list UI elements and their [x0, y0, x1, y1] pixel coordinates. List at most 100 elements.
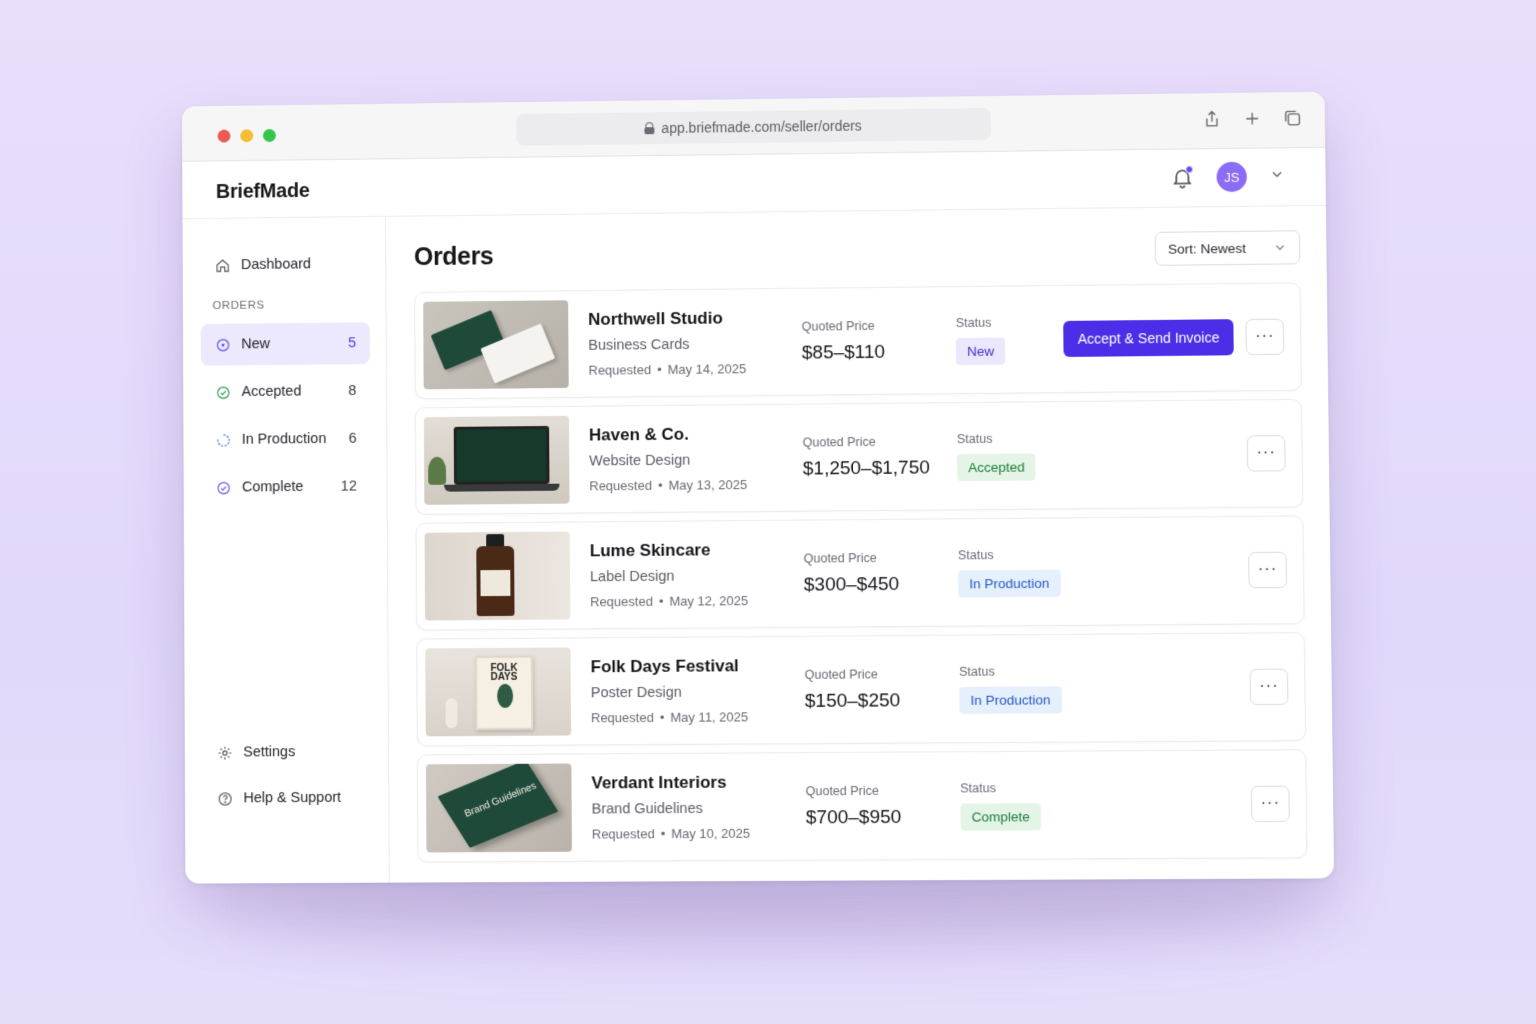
business-cards-thumbnail	[423, 300, 569, 389]
status-badge: In Production	[959, 686, 1061, 714]
sidebar-item-in-production[interactable]: In Production 6	[201, 418, 370, 461]
order-client: Verdant Interiors	[591, 772, 805, 793]
order-price: $300–$450	[804, 573, 959, 596]
sidebar-item-settings[interactable]: Settings	[203, 731, 373, 774]
tabs-overview-icon[interactable]	[1282, 108, 1302, 133]
order-client: Haven & Co.	[589, 424, 803, 446]
progress-circle-icon	[215, 431, 232, 448]
brand-guidelines-thumbnail: Brand Guidelines	[426, 764, 572, 853]
price-label: Quoted Price	[802, 318, 956, 334]
status-badge: New	[956, 337, 1005, 365]
book-text: Brand Guidelines	[462, 781, 539, 820]
order-requested-date: Requested • May 14, 2025	[588, 361, 802, 378]
circle-dot-icon	[215, 336, 232, 353]
sidebar-item-label: Settings	[243, 744, 295, 760]
order-row[interactable]: Lume Skincare Label Design Requested • May…	[416, 515, 1305, 630]
status-badge: Accepted	[957, 453, 1036, 481]
sort-dropdown[interactable]: Sort: Newest	[1155, 230, 1301, 266]
traffic-lights	[218, 129, 276, 143]
share-icon[interactable]	[1202, 109, 1222, 134]
orders-main: Orders Sort: Newest Northwell Studio Bus…	[386, 206, 1334, 883]
sidebar-item-new[interactable]: New 5	[201, 322, 370, 365]
sort-label: Sort: Newest	[1168, 240, 1246, 256]
price-label: Quoted Price	[805, 666, 960, 681]
sidebar: Dashboard ORDERS New 5 Accepted 8 In Pro…	[183, 217, 390, 884]
status-label: Status	[959, 664, 1066, 679]
status-badge: In Production	[958, 569, 1060, 597]
more-options-button[interactable]: ···	[1245, 319, 1284, 356]
maximize-window-button[interactable]	[263, 129, 276, 142]
notifications-button[interactable]	[1170, 165, 1194, 189]
check-circle-icon	[215, 479, 232, 496]
order-row[interactable]: Northwell Studio Business Cards Requeste…	[414, 282, 1302, 399]
more-options-button[interactable]: ···	[1250, 669, 1289, 706]
price-label: Quoted Price	[806, 783, 961, 798]
header-actions: JS	[1170, 161, 1285, 192]
chevron-down-icon	[1273, 240, 1287, 254]
new-tab-icon[interactable]	[1242, 109, 1262, 134]
price-label: Quoted Price	[804, 550, 959, 565]
notification-badge	[1185, 165, 1193, 173]
more-options-button[interactable]: ···	[1247, 435, 1286, 472]
help-circle-icon	[217, 790, 234, 807]
address-bar[interactable]: app.briefmade.com/seller/orders	[516, 108, 991, 146]
website-design-thumbnail	[424, 416, 570, 505]
order-client: Northwell Studio	[588, 308, 802, 330]
order-requested-date: Requested • May 12, 2025	[590, 593, 804, 610]
order-requested-date: Requested • May 11, 2025	[591, 709, 805, 725]
order-client: Folk Days Festival	[591, 656, 805, 677]
status-label: Status	[957, 431, 1064, 446]
order-requested-date: Requested • May 13, 2025	[589, 477, 803, 494]
sidebar-item-count: 8	[348, 383, 356, 399]
accept-send-invoice-button[interactable]: Accept & Send Invoice	[1063, 319, 1233, 357]
sidebar-item-label: New	[241, 336, 270, 352]
price-label: Quoted Price	[803, 434, 957, 449]
more-options-button[interactable]: ···	[1248, 552, 1287, 589]
poster-text: FOLK DAYS	[477, 664, 531, 682]
home-icon	[214, 257, 231, 274]
close-window-button[interactable]	[218, 130, 231, 143]
user-avatar[interactable]: JS	[1216, 162, 1247, 192]
sidebar-section-label: ORDERS	[212, 298, 385, 312]
more-options-button[interactable]: ···	[1251, 786, 1290, 823]
minimize-window-button[interactable]	[240, 129, 253, 142]
sidebar-item-accepted[interactable]: Accepted 8	[201, 370, 370, 413]
sidebar-item-label: Dashboard	[241, 256, 311, 273]
order-row[interactable]: FOLK DAYS Folk Days Festival Poster Desi…	[416, 632, 1306, 746]
order-price: $150–$250	[805, 689, 960, 712]
url-text: app.briefmade.com/seller/orders	[661, 118, 861, 136]
order-requested-date: Requested • May 10, 2025	[592, 825, 806, 841]
brand-logo[interactable]: BriefMade	[216, 180, 310, 204]
sidebar-item-label: Help & Support	[243, 790, 341, 807]
lock-icon	[645, 122, 655, 134]
sidebar-item-help[interactable]: Help & Support	[203, 777, 373, 820]
sidebar-item-count: 12	[341, 479, 357, 495]
check-circle-icon	[215, 384, 232, 401]
sidebar-item-label: Accepted	[242, 384, 302, 400]
order-service: Label Design	[590, 568, 804, 586]
order-service: Brand Guidelines	[592, 800, 806, 817]
order-client: Lume Skincare	[590, 540, 804, 562]
gear-icon	[216, 744, 233, 761]
status-label: Status	[958, 547, 1065, 562]
browser-window: app.briefmade.com/seller/orders BriefMad…	[182, 92, 1334, 884]
sidebar-item-complete[interactable]: Complete 12	[201, 465, 370, 508]
order-row[interactable]: Haven & Co. Website Design Requested • May…	[415, 399, 1303, 515]
order-price: $1,250–$1,750	[803, 457, 958, 480]
order-row[interactable]: Brand Guidelines Verdant Interiors Brand…	[417, 749, 1308, 862]
sidebar-footer: Settings Help & Support	[185, 731, 389, 824]
status-badge: Complete	[960, 803, 1041, 831]
sidebar-item-label: In Production	[242, 431, 327, 448]
order-service: Website Design	[589, 452, 803, 470]
sidebar-item-label: Complete	[242, 479, 303, 495]
order-service: Poster Design	[591, 684, 805, 701]
poster-design-thumbnail: FOLK DAYS	[425, 647, 571, 736]
account-menu-chevron-icon[interactable]	[1269, 166, 1285, 187]
status-label: Status	[956, 314, 1063, 329]
browser-actions	[1202, 108, 1303, 134]
order-price: $700–$950	[806, 806, 961, 829]
label-design-thumbnail	[425, 532, 571, 621]
status-label: Status	[960, 780, 1067, 795]
sidebar-item-count: 6	[349, 431, 357, 447]
sidebar-item-dashboard[interactable]: Dashboard	[200, 243, 369, 287]
